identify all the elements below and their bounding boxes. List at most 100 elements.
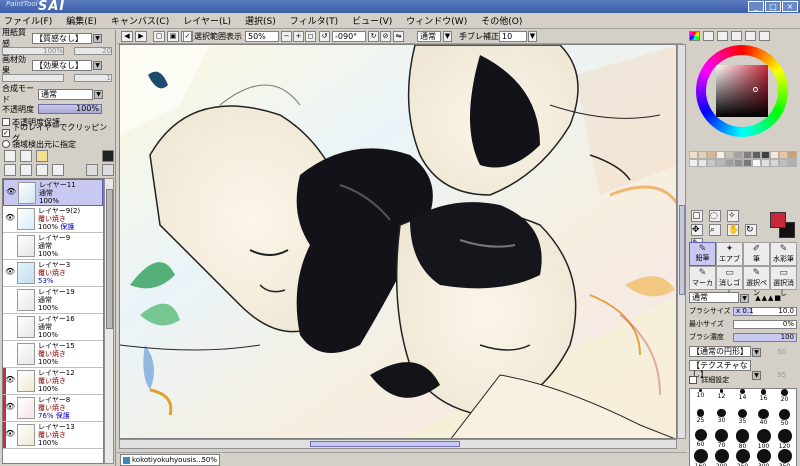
- brush-size-preset[interactable]: 200: [711, 449, 732, 466]
- chevron-down-icon[interactable]: ▼: [93, 60, 102, 70]
- stabilizer-select[interactable]: 10: [499, 31, 527, 42]
- brush-select-pen[interactable]: ✎ 選択ペン: [743, 266, 770, 297]
- delete-mask-icon[interactable]: [102, 164, 114, 176]
- rgb-slider-tab-icon[interactable]: [703, 31, 714, 41]
- close-button[interactable]: ×: [782, 1, 798, 12]
- canvas-vertical-scrollbar[interactable]: [677, 44, 686, 439]
- brush-size-preset[interactable]: 100: [753, 429, 774, 450]
- scrollbar-thumb[interactable]: [310, 441, 460, 447]
- zoom-out-button[interactable]: −: [281, 31, 292, 42]
- color-swatch[interactable]: [707, 159, 716, 167]
- menu-select[interactable]: 選択(S): [245, 14, 276, 27]
- brush-size-preset[interactable]: 10: [690, 389, 711, 409]
- layer-item[interactable]: 👁 レイヤー12 覆い焼き 100%: [3, 368, 103, 395]
- brush-eraser[interactable]: ▭消しゴム: [716, 266, 743, 297]
- menu-file[interactable]: ファイル(F): [4, 14, 52, 27]
- brush-brush[interactable]: ✐ 筆: [743, 242, 770, 266]
- brush-size-preset[interactable]: 14: [732, 389, 753, 409]
- rotate-right-icon[interactable]: ↻: [368, 31, 379, 42]
- lasso-icon[interactable]: ◌: [709, 210, 721, 222]
- eye-icon[interactable]: 👁: [6, 187, 16, 198]
- color-swatch[interactable]: [725, 151, 734, 159]
- checkbox-icon[interactable]: [689, 376, 697, 384]
- menu-canvas[interactable]: キャンバス(C): [111, 14, 169, 27]
- chevron-down-icon[interactable]: ▼: [94, 89, 103, 99]
- scratchpad-tab-icon[interactable]: [759, 31, 770, 41]
- layer-item[interactable]: レイヤー15 覆い焼き 100%: [3, 341, 103, 368]
- brush-size-slider[interactable]: x 0.1 10.0: [733, 307, 797, 316]
- brush-airbrush[interactable]: ✦エアブラシ: [716, 242, 743, 273]
- layer-item[interactable]: 👁 レイヤー9(2) 覆い焼き 100% 保護: [3, 206, 103, 233]
- color-swatch[interactable]: [788, 159, 797, 167]
- color-swatch[interactable]: [761, 151, 770, 159]
- paper-texture-select[interactable]: 【質感なし】: [32, 32, 92, 44]
- zoom-icon[interactable]: ⌕: [709, 224, 721, 236]
- layer-item[interactable]: レイヤー16 通常 100%: [3, 314, 103, 341]
- checkbox-icon[interactable]: [2, 118, 10, 126]
- saturation-value-square[interactable]: [716, 65, 768, 117]
- drawing-canvas[interactable]: [119, 44, 677, 439]
- brush-size-preset[interactable]: 30: [711, 409, 732, 429]
- maximize-button[interactable]: □: [765, 1, 781, 12]
- brush-size-preset[interactable]: 80: [732, 429, 753, 450]
- color-swatch[interactable]: [716, 159, 725, 167]
- move-icon[interactable]: ✥: [691, 224, 703, 236]
- brush-size-preset[interactable]: 250: [732, 449, 753, 466]
- menu-edit[interactable]: 編集(E): [66, 14, 97, 27]
- hsv-slider-tab-icon[interactable]: [717, 31, 728, 41]
- color-swatch[interactable]: [752, 159, 761, 167]
- eye-hidden-icon[interactable]: [5, 322, 15, 332]
- magic-wand-icon[interactable]: ✧: [727, 210, 739, 222]
- paper-strength-slider[interactable]: 20: [74, 47, 112, 55]
- color-swatch[interactable]: [779, 159, 788, 167]
- opacity-slider[interactable]: 100%: [38, 104, 102, 114]
- brush-size-preset[interactable]: 12: [711, 389, 732, 409]
- chevron-down-icon[interactable]: ▼: [528, 31, 537, 42]
- zoom-reset-icon[interactable]: ◻: [305, 31, 316, 42]
- color-swatch[interactable]: [752, 151, 761, 159]
- new-folder-icon[interactable]: [36, 150, 48, 162]
- color-wheel[interactable]: [696, 45, 788, 137]
- new-linework-layer-icon[interactable]: [20, 150, 32, 162]
- rect-select-icon[interactable]: ▢: [691, 210, 703, 222]
- layer-item[interactable]: 👁 レイヤー8 覆い焼き 76% 保護: [3, 395, 103, 422]
- brush-shape-select[interactable]: 【通常の円形】: [689, 346, 751, 357]
- canvas-horizontal-scrollbar[interactable]: [119, 439, 677, 449]
- color-swatch[interactable]: [779, 151, 788, 159]
- undo-icon[interactable]: ◀: [121, 31, 133, 42]
- eye-icon[interactable]: 👁: [5, 268, 15, 278]
- scrollbar-thumb[interactable]: [106, 189, 113, 329]
- eye-icon[interactable]: 👁: [5, 430, 15, 440]
- chevron-down-icon[interactable]: ▼: [752, 348, 761, 357]
- brush-size-preset[interactable]: 40: [753, 409, 774, 429]
- color-swatch[interactable]: [725, 159, 734, 167]
- layer-item[interactable]: レイヤー19 通常 100%: [3, 287, 103, 314]
- eye-hidden-icon[interactable]: [5, 295, 15, 305]
- brush-size-preset[interactable]: 60: [690, 429, 711, 449]
- invert-selection-icon[interactable]: ▣: [167, 31, 179, 42]
- brush-pencil[interactable]: ✎ 鉛筆: [689, 242, 716, 266]
- color-swatch[interactable]: [698, 151, 707, 159]
- redo-icon[interactable]: ▶: [135, 31, 147, 42]
- zoom-in-button[interactable]: +: [293, 31, 304, 42]
- canvas-effect-slider[interactable]: [2, 74, 64, 82]
- minimize-button[interactable]: _: [748, 1, 764, 12]
- color-wheel-tab-icon[interactable]: [689, 31, 700, 41]
- brush-watercolor[interactable]: ✎ 水彩筆: [770, 242, 797, 266]
- rotate-icon[interactable]: ↻: [745, 224, 757, 236]
- document-tab[interactable]: kokotiyokuhyousis... 50%: [120, 454, 220, 466]
- color-swatch[interactable]: [743, 151, 752, 159]
- brush-edge-icons[interactable]: ▲▲▲■: [755, 294, 782, 302]
- brush-size-preset[interactable]: 300: [753, 449, 774, 466]
- hand-icon[interactable]: ✋: [727, 224, 739, 236]
- eye-icon[interactable]: 👁: [5, 403, 15, 413]
- menu-layer[interactable]: レイヤー(L): [183, 14, 231, 27]
- rotation-select[interactable]: -090°: [332, 31, 366, 42]
- checkbox-checked-icon[interactable]: ✓: [2, 129, 10, 137]
- color-swatch[interactable]: [734, 151, 743, 159]
- rotate-left-icon[interactable]: ↺: [319, 31, 330, 42]
- canvas-effect-select[interactable]: 【効果なし】: [32, 59, 92, 71]
- new-layer-icon[interactable]: [4, 150, 16, 162]
- color-swatch[interactable]: [788, 151, 797, 159]
- selection-source-check[interactable]: 領域検出元に指定: [2, 138, 76, 150]
